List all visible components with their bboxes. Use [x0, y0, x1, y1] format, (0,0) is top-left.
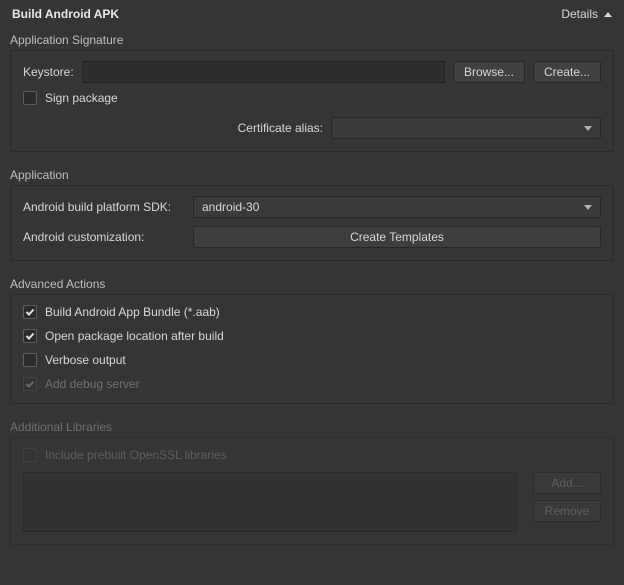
details-toggle[interactable]: Details	[561, 7, 612, 21]
panel-title: Build Android APK	[12, 7, 119, 21]
add-library-button: Add...	[533, 472, 601, 494]
section-libraries: Include prebuilt OpenSSL libraries Add..…	[10, 437, 614, 545]
browse-button[interactable]: Browse...	[453, 61, 525, 83]
details-label: Details	[561, 7, 598, 21]
chevron-up-icon	[604, 12, 612, 17]
include-openssl-checkbox	[23, 448, 37, 462]
cert-alias-label: Certificate alias:	[238, 121, 323, 135]
libraries-list	[23, 472, 517, 532]
customization-label: Android customization:	[23, 230, 185, 244]
advanced-option-checkbox[interactable]	[23, 305, 37, 319]
section-label-application: Application	[0, 166, 624, 185]
advanced-option-checkbox	[23, 377, 37, 391]
include-openssl-label: Include prebuilt OpenSSL libraries	[45, 448, 227, 462]
advanced-option-checkbox[interactable]	[23, 329, 37, 343]
keystore-label: Keystore:	[23, 65, 74, 79]
sign-package-label: Sign package	[45, 91, 118, 105]
advanced-option-row: Add debug server	[23, 377, 601, 391]
section-application: Android build platform SDK: android-30 A…	[10, 185, 614, 261]
advanced-option-row: Open package location after build	[23, 329, 601, 343]
section-label-advanced: Advanced Actions	[0, 275, 624, 294]
section-signature: Keystore: Browse... Create... Sign packa…	[10, 50, 614, 152]
advanced-option-label: Open package location after build	[45, 329, 224, 343]
panel-header: Build Android APK Details	[0, 0, 624, 31]
section-label-libraries: Additional Libraries	[0, 418, 624, 437]
sdk-value: android-30	[202, 200, 259, 214]
sdk-label: Android build platform SDK:	[23, 200, 185, 214]
cert-alias-select[interactable]	[331, 117, 601, 139]
create-templates-button[interactable]: Create Templates	[193, 226, 601, 248]
sdk-select[interactable]: android-30	[193, 196, 601, 218]
advanced-option-row: Build Android App Bundle (*.aab)	[23, 305, 601, 319]
advanced-option-checkbox[interactable]	[23, 353, 37, 367]
section-advanced: Build Android App Bundle (*.aab) Open pac…	[10, 294, 614, 404]
section-label-signature: Application Signature	[0, 31, 624, 50]
sign-package-checkbox[interactable]	[23, 91, 37, 105]
create-button[interactable]: Create...	[533, 61, 601, 83]
advanced-option-label: Add debug server	[45, 377, 140, 391]
advanced-option-label: Verbose output	[45, 353, 126, 367]
advanced-option-label: Build Android App Bundle (*.aab)	[45, 305, 220, 319]
remove-library-button: Remove	[533, 500, 601, 522]
advanced-option-row: Verbose output	[23, 353, 601, 367]
keystore-input[interactable]	[82, 61, 445, 83]
chevron-down-icon	[584, 205, 592, 210]
chevron-down-icon	[584, 126, 592, 131]
